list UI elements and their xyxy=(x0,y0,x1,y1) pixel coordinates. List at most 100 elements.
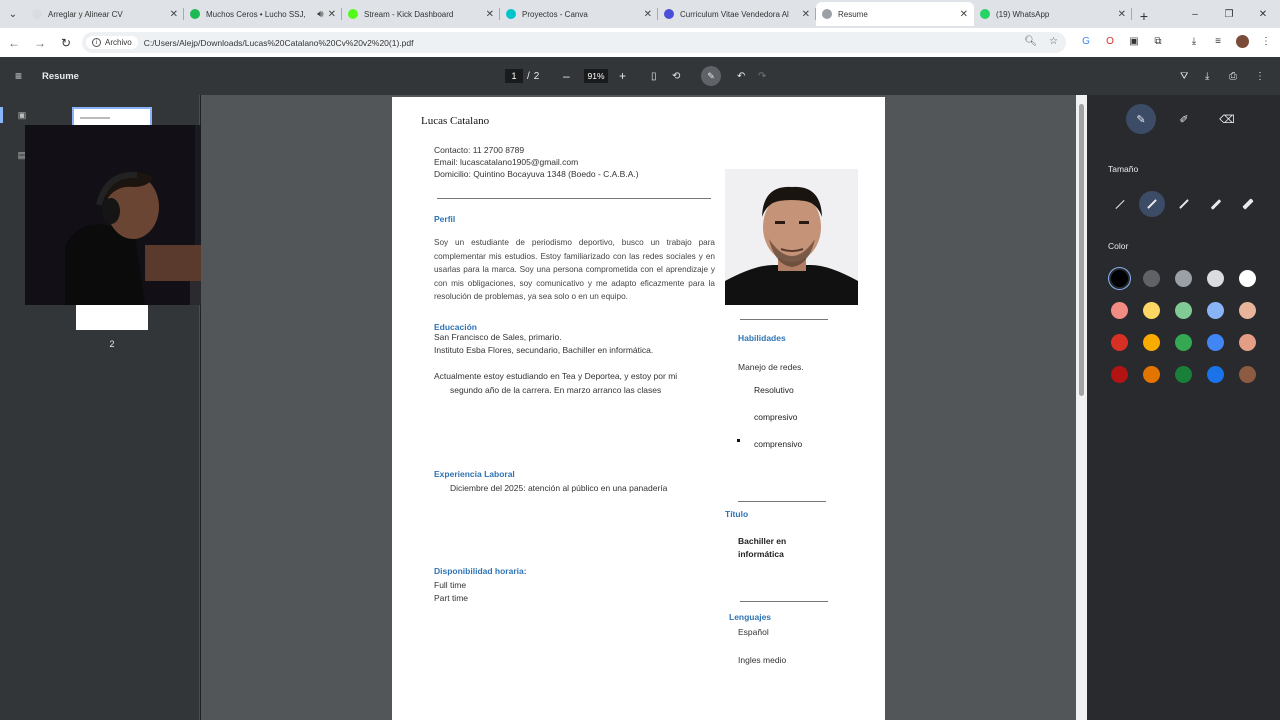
color-swatch[interactable] xyxy=(1143,366,1160,383)
color-swatch[interactable] xyxy=(1239,366,1256,383)
document-title: Resume xyxy=(42,70,79,82)
color-swatch[interactable] xyxy=(1111,366,1128,383)
fit-page-icon[interactable]: ▯ xyxy=(651,57,657,95)
drive-save-icon[interactable]: ⛛ xyxy=(1180,57,1188,95)
total-pages: 2 xyxy=(533,70,540,82)
tab-title: Arreglar y Alinear CV xyxy=(48,9,123,19)
color-swatch[interactable] xyxy=(1143,302,1160,319)
reload-button[interactable]: ↻ xyxy=(54,31,78,55)
size-option-5[interactable] xyxy=(1235,191,1261,217)
extensions-area: G O ▣ ⧉ ⤓ ≡ ⋮ xyxy=(1078,33,1274,49)
disponibilidad-heading: Disponibilidad horaria: xyxy=(434,566,527,576)
habilidad-item-4: comprensivo xyxy=(754,439,803,449)
forward-button[interactable]: → xyxy=(28,31,52,55)
tab-list: Arreglar y Alinear CV ✕ Muchos Ceros • Luc… xyxy=(26,2,1132,28)
actual-line-2: segundo año de la carrera. En marzo arra… xyxy=(450,385,662,395)
extensions-puzzle-icon[interactable]: ⧉ xyxy=(1150,33,1166,49)
browser-tab[interactable]: (19) WhatsApp ✕ xyxy=(974,2,1132,26)
disponibilidad-item-1: Full time xyxy=(434,580,467,590)
zoom-icon[interactable]: 🔍︎ xyxy=(1024,36,1037,47)
size-option-3[interactable] xyxy=(1171,191,1197,217)
close-window-button[interactable]: ✕ xyxy=(1246,9,1280,20)
redo-icon[interactable]: ↷ xyxy=(758,57,766,95)
color-swatch[interactable] xyxy=(1143,334,1160,351)
zoom-in-button[interactable]: + xyxy=(619,57,626,95)
annotate-button[interactable]: ✎ xyxy=(701,57,721,95)
page-thumbnail-2[interactable] xyxy=(76,305,148,330)
close-tab-icon[interactable]: ✕ xyxy=(486,9,494,20)
close-tab-icon[interactable]: ✕ xyxy=(960,9,968,20)
media-extension-icon[interactable]: ▣ xyxy=(1126,33,1142,49)
size-option-4[interactable] xyxy=(1203,191,1229,217)
opera-extension-icon[interactable]: O xyxy=(1102,33,1118,49)
reading-list-icon[interactable]: ≡ xyxy=(1210,33,1226,49)
browser-tab[interactable]: Resume ✕ xyxy=(816,2,974,26)
sidebar-menu-icon[interactable]: ≡ xyxy=(15,57,22,95)
eraser-icon: ⌫ xyxy=(1219,113,1235,126)
color-swatch[interactable] xyxy=(1207,334,1224,351)
size-option-2[interactable] xyxy=(1139,191,1165,217)
translate-extension-icon[interactable]: G xyxy=(1078,33,1094,49)
minimize-button[interactable]: – xyxy=(1178,9,1212,20)
browser-tab[interactable]: Muchos Ceros • Lucho SSJ, 🔊︎ ✕ xyxy=(184,2,342,26)
color-swatch[interactable] xyxy=(1175,334,1192,351)
tab-search-button[interactable]: ⌄ xyxy=(0,0,26,28)
color-swatch[interactable] xyxy=(1143,270,1160,287)
vertical-scrollbar[interactable] xyxy=(1076,95,1087,720)
thumbnails-view-icon[interactable]: ▣ xyxy=(0,105,32,125)
titulo-line-2: informática xyxy=(738,549,784,559)
profile-avatar[interactable] xyxy=(1234,33,1250,49)
download-icon[interactable]: ⤓ xyxy=(1186,33,1202,49)
pen-tool-button[interactable]: ✎ xyxy=(1126,104,1156,134)
back-button[interactable]: ← xyxy=(2,31,26,55)
site-info-label: Archivo xyxy=(105,38,132,47)
highlighter-tool-button[interactable]: ✐ xyxy=(1168,107,1200,131)
browser-tab[interactable]: Arreglar y Alinear CV ✕ xyxy=(26,2,184,26)
zoom-out-button[interactable]: – xyxy=(563,57,570,95)
color-swatch[interactable] xyxy=(1207,366,1224,383)
browser-menu-icon[interactable]: ⋮ xyxy=(1258,33,1274,49)
size-option-1[interactable] xyxy=(1107,191,1133,217)
close-tab-icon[interactable]: ✕ xyxy=(170,9,178,20)
color-swatch[interactable] xyxy=(1175,366,1192,383)
close-tab-icon[interactable]: ✕ xyxy=(1118,9,1126,20)
color-swatch[interactable] xyxy=(1207,270,1224,287)
browser-tab[interactable]: Curriculum Vitae Vendedora Al ✕ xyxy=(658,2,816,26)
new-tab-button[interactable]: + xyxy=(1132,4,1156,28)
browser-tab[interactable]: Stream - Kick Dashboard ✕ xyxy=(342,2,500,26)
current-page-input[interactable]: 1 xyxy=(505,69,523,83)
zoom-input[interactable]: 91% xyxy=(584,69,608,83)
color-swatch[interactable] xyxy=(1111,302,1128,319)
scrollbar-thumb[interactable] xyxy=(1079,104,1084,396)
undo-icon[interactable]: ↶ xyxy=(737,57,745,95)
omnibox[interactable]: i Archivo C:/Users/Alejp/Downloads/Lucas… xyxy=(82,32,1066,53)
close-tab-icon[interactable]: ✕ xyxy=(802,9,810,20)
color-swatch[interactable] xyxy=(1239,270,1256,287)
color-swatch[interactable] xyxy=(1111,334,1128,351)
close-tab-icon[interactable]: ✕ xyxy=(328,9,336,20)
site-info-chip[interactable]: i Archivo xyxy=(86,36,138,49)
color-swatch[interactable] xyxy=(1175,302,1192,319)
tab-separator xyxy=(1131,8,1132,20)
rotate-icon[interactable]: ⟲ xyxy=(672,57,680,95)
eraser-tool-button[interactable]: ⌫ xyxy=(1211,107,1243,131)
divider xyxy=(740,601,828,602)
pdf-page-1: Lucas Catalano Contacto: 11 2700 8789 Em… xyxy=(392,97,885,720)
close-tab-icon[interactable]: ✕ xyxy=(644,9,652,20)
url-text[interactable]: C:/Users/Alejp/Downloads/Lucas%20Catalan… xyxy=(144,38,414,48)
browser-tab[interactable]: Proyectos - Canva ✕ xyxy=(500,2,658,26)
color-swatch[interactable] xyxy=(1175,270,1192,287)
educacion-item-2: Instituto Esba Flores, secundario, Bachi… xyxy=(434,345,654,355)
canva-doc-icon xyxy=(664,9,674,19)
color-swatch[interactable] xyxy=(1239,302,1256,319)
more-options-icon[interactable]: ⋮ xyxy=(1255,57,1265,95)
experiencia-heading: Experiencia Laboral xyxy=(434,469,515,479)
bookmark-star-icon[interactable]: ☆ xyxy=(1049,36,1058,47)
download-pdf-icon[interactable]: ⤓ xyxy=(1205,57,1209,95)
print-icon[interactable]: ⎙ xyxy=(1229,57,1237,95)
color-swatch[interactable] xyxy=(1239,334,1256,351)
speaker-icon[interactable]: 🔊︎ xyxy=(317,9,323,20)
color-swatch[interactable] xyxy=(1207,302,1224,319)
maximize-button[interactable]: ❐ xyxy=(1212,9,1246,20)
color-swatch[interactable] xyxy=(1111,270,1128,287)
